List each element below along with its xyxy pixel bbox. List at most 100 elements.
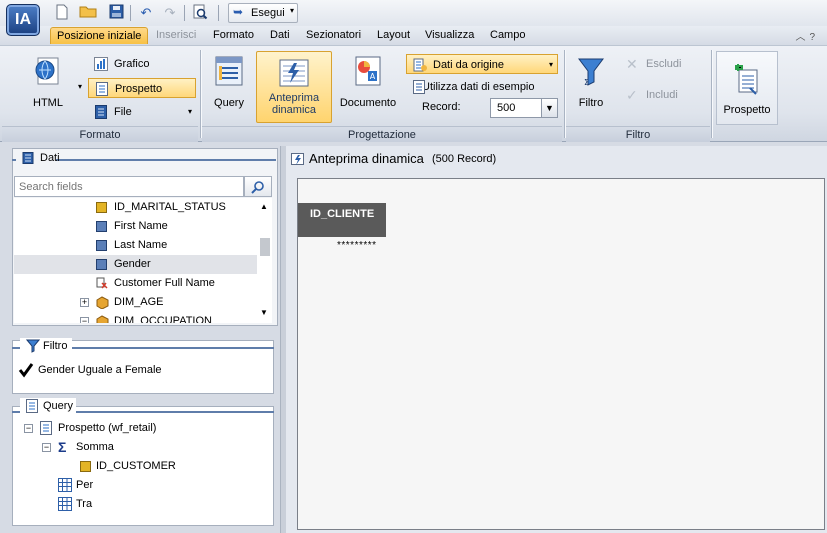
run-label: Esegui xyxy=(251,7,285,19)
record-count-value: 500 xyxy=(497,102,516,114)
globe-icon xyxy=(31,54,65,88)
new-report-icon xyxy=(730,62,764,96)
query-item-per[interactable]: Per xyxy=(58,476,238,495)
sum-icon: Σ xyxy=(58,439,67,455)
field-row-first-name[interactable]: First Name xyxy=(14,217,258,236)
tab-inserisci[interactable]: Inserisci xyxy=(150,27,202,44)
field-label: Gender xyxy=(114,258,151,270)
field-row-dim-occupation[interactable]: − DIM_OCCUPATION xyxy=(14,312,258,323)
chevron-down-icon[interactable]: ▾ xyxy=(78,82,82,91)
filtro-label: Filtro xyxy=(578,97,604,109)
field-label: DIM_AGE xyxy=(114,296,164,308)
computed-field-icon xyxy=(96,277,108,289)
chevron-down-icon[interactable]: ▼ xyxy=(541,99,557,117)
scroll-up-icon[interactable]: ▲ xyxy=(260,202,268,211)
chevron-down-icon[interactable]: ▾ xyxy=(188,102,192,122)
scrollbar-thumb[interactable] xyxy=(260,238,270,256)
filter-condition-text: Gender Uguale a Female xyxy=(38,364,162,376)
filtro-button[interactable]: Σ Filtro xyxy=(570,54,612,109)
dimension-field-icon xyxy=(96,240,107,251)
run-icon: ➥ xyxy=(233,5,244,19)
query-button[interactable]: Query xyxy=(206,54,252,109)
prospetto-label: Prospetto xyxy=(115,83,163,95)
html-format-button[interactable]: HTML xyxy=(20,54,76,109)
dati-da-origine-label: Dati da origine xyxy=(433,59,504,71)
toolbar-separator xyxy=(130,5,131,21)
tab-formato[interactable]: Formato xyxy=(207,27,260,44)
field-row-dim-age[interactable]: + DIM_AGE xyxy=(14,293,258,312)
tab-sezionatori[interactable]: Sezionatori xyxy=(300,27,367,44)
query-document-icon xyxy=(26,399,38,418)
collapse-ribbon-icon[interactable]: ︿ xyxy=(795,32,809,43)
bar-chart-icon xyxy=(94,57,108,71)
collapse-icon[interactable]: − xyxy=(80,317,89,323)
preview-title: Anteprima dinamica xyxy=(309,151,424,166)
record-count-select[interactable]: 500 ▼ xyxy=(490,98,558,118)
query-item-label: Tra xyxy=(76,498,93,510)
funnel-icon xyxy=(25,339,41,358)
help-icon[interactable]: ? xyxy=(809,32,819,43)
prospetto-output-label: Prospetto xyxy=(723,104,771,116)
grafico-label: Grafico xyxy=(114,58,150,70)
documento-button[interactable]: A Documento xyxy=(336,54,400,109)
new-document-icon[interactable] xyxy=(52,4,72,22)
tab-visualizza[interactable]: Visualizza xyxy=(419,27,480,44)
expand-icon[interactable]: + xyxy=(80,298,89,307)
save-icon[interactable] xyxy=(106,4,126,22)
tab-posizione-iniziale[interactable]: Posizione iniziale xyxy=(50,27,149,44)
field-row-id-marital-status[interactable]: ID_MARITAL_STATUS xyxy=(14,198,258,217)
undo-icon[interactable]: ↶ xyxy=(136,4,156,22)
column-value-masked: ********* xyxy=(337,240,377,251)
escludi-button[interactable]: ✕ Escludi xyxy=(620,54,704,74)
scroll-down-icon[interactable]: ▼ xyxy=(260,308,268,317)
search-fields-input[interactable] xyxy=(14,176,244,197)
field-row-gender[interactable]: Gender xyxy=(14,255,258,274)
prospetto-output-button[interactable]: Prospetto xyxy=(716,51,778,125)
preview-print-icon[interactable] xyxy=(190,4,210,22)
collapse-icon[interactable]: − xyxy=(42,443,51,452)
search-icon xyxy=(251,181,264,194)
live-preview-icon xyxy=(291,152,305,169)
query-item-prospetto[interactable]: − Prospetto (wf_retail) xyxy=(24,419,244,438)
dati-da-origine-dropdown[interactable]: Dati da origine ▾ xyxy=(406,54,558,74)
anteprima-dinamica-button[interactable]: Anteprima dinamica xyxy=(256,51,332,123)
query-item-id-customer[interactable]: ID_CUSTOMER xyxy=(78,457,258,476)
query-list-icon xyxy=(212,54,246,88)
file-format-button[interactable]: File ▾ xyxy=(88,102,196,122)
group-label-progettazione: Progettazione xyxy=(202,126,562,142)
prospetto-format-button[interactable]: Prospetto xyxy=(88,78,196,98)
tab-dati[interactable]: Dati xyxy=(264,27,296,44)
filter-condition[interactable]: Gender Uguale a Female xyxy=(16,362,162,380)
tab-layout[interactable]: Layout xyxy=(371,27,416,44)
document-layout-icon: A xyxy=(351,54,385,88)
field-tree: ID_MARITAL_STATUS First Name Last Name G… xyxy=(14,198,272,323)
chevron-down-icon[interactable]: ▾ xyxy=(549,55,553,75)
ribbon-collapse-help[interactable]: ︿? xyxy=(795,28,819,43)
run-button[interactable]: ➥ Esegui ▾ xyxy=(228,3,298,23)
collapse-icon[interactable]: − xyxy=(24,424,33,433)
field-row-last-name[interactable]: Last Name xyxy=(14,236,258,255)
file-label: File xyxy=(114,106,132,118)
group-label-formato: Formato xyxy=(2,126,198,142)
grafico-button[interactable]: Grafico xyxy=(88,54,196,74)
column-header-id-cliente[interactable]: ID_CLIENTE xyxy=(298,203,386,237)
includi-button[interactable]: ✓ Includi xyxy=(620,85,704,105)
key-field-icon xyxy=(96,202,107,213)
funnel-icon: Σ xyxy=(574,54,608,88)
redo-icon[interactable]: ↷ xyxy=(160,4,180,22)
app-logo-button[interactable]: IA xyxy=(6,4,40,36)
query-item-label: Prospetto (wf_retail) xyxy=(58,422,157,434)
query-item-somma[interactable]: − Σ Somma xyxy=(42,438,242,457)
utilizza-dati-di-esempio-button[interactable]: Utilizza dati di esempio xyxy=(406,77,558,97)
anteprima-label-line2: dinamica xyxy=(271,104,317,116)
tab-campo[interactable]: Campo xyxy=(484,27,531,44)
record-label: Record: xyxy=(422,101,461,113)
query-item-tra[interactable]: Tra xyxy=(58,495,238,514)
open-folder-icon[interactable] xyxy=(78,4,98,22)
exclude-icon: ✕ xyxy=(626,56,638,72)
field-tree-scrollbar[interactable]: ▲ ▼ xyxy=(257,198,272,323)
chevron-down-icon[interactable]: ▾ xyxy=(290,6,294,15)
search-button[interactable] xyxy=(244,176,272,197)
field-row-customer-full-name[interactable]: Customer Full Name xyxy=(14,274,258,293)
includi-label: Includi xyxy=(646,89,678,101)
